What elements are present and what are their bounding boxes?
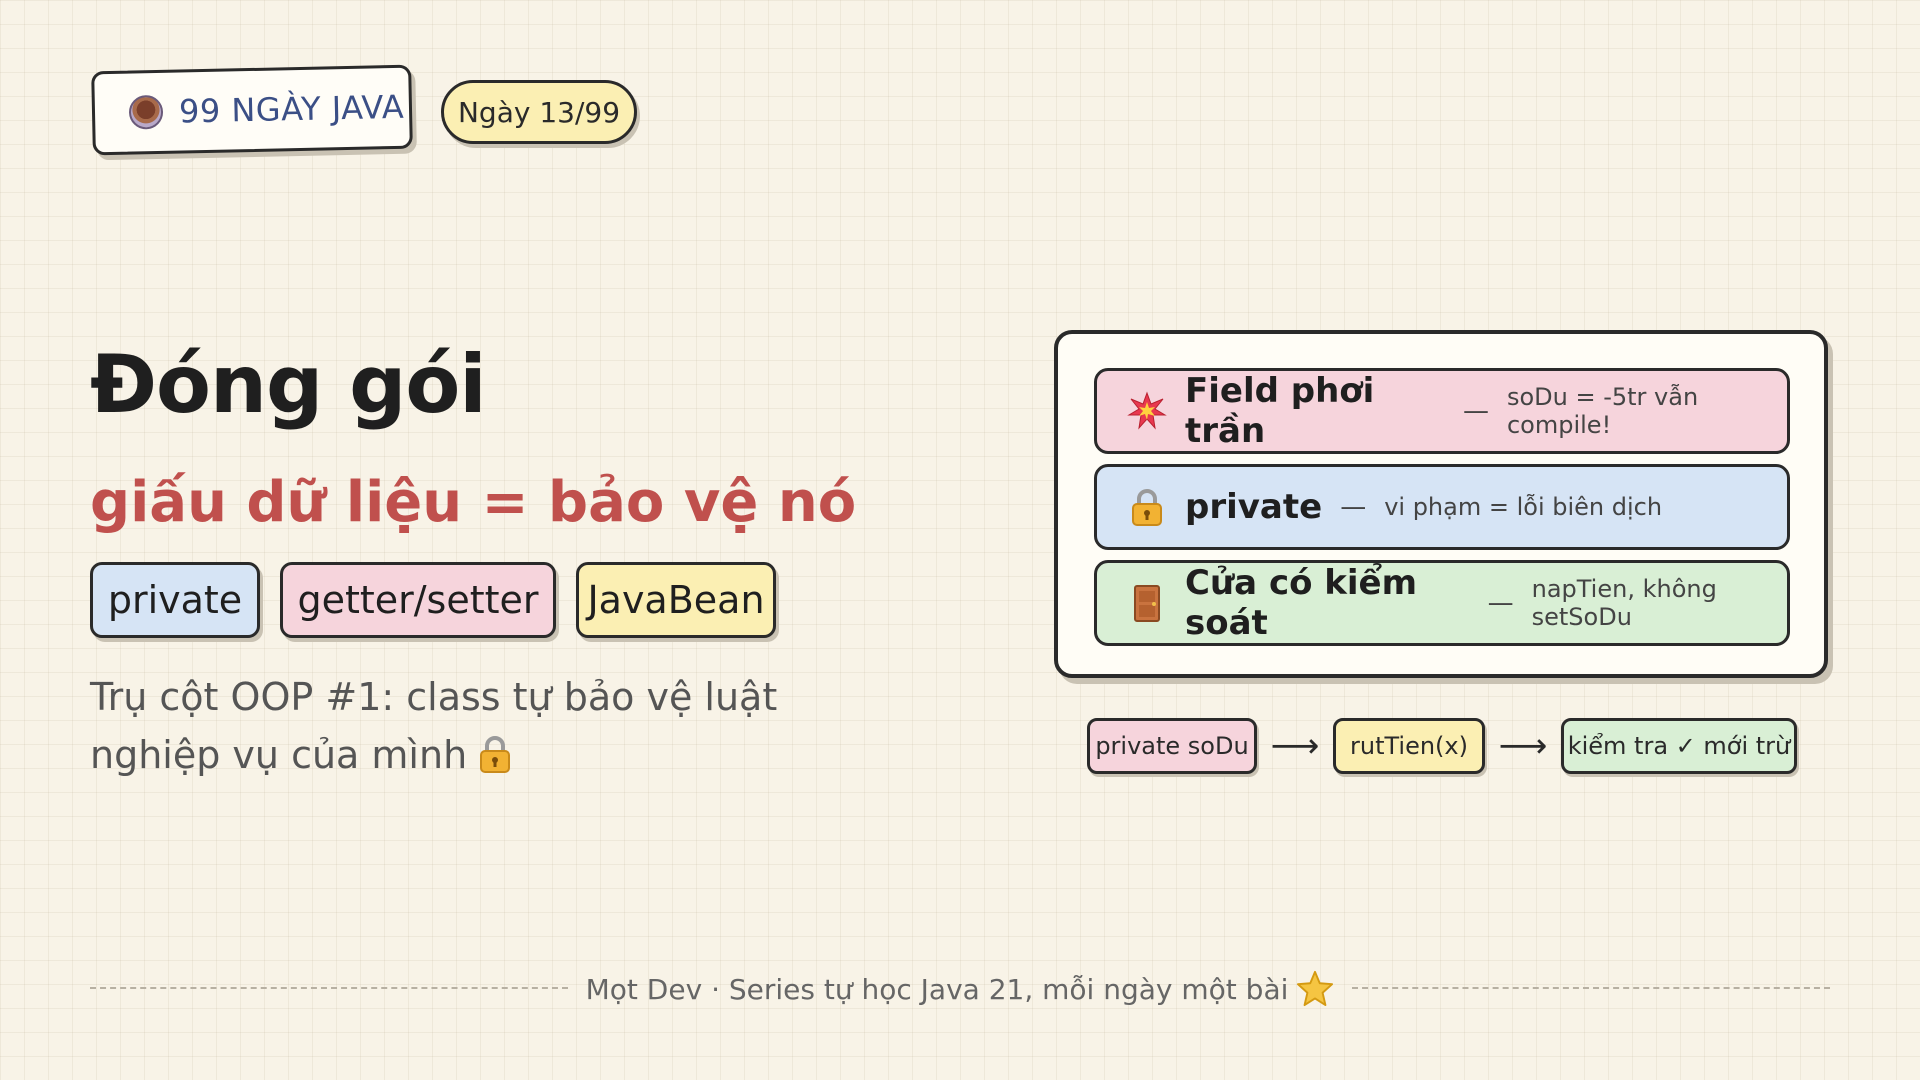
encapsulation-card: Field phơi trần — soDu = -5tr vẫn compil… — [1054, 330, 1828, 678]
page-subtitle: giấu dữ liệu = bảo vệ nó — [90, 470, 857, 535]
card-row-private: private — vi phạm = lỗi biên dịch — [1094, 464, 1790, 550]
footer: Mọt Dev · Series tự học Java 21, mỗi ngà… — [90, 968, 1831, 1008]
tag-list: private getter/setter JavaBean — [90, 562, 776, 638]
card-row-separator: — — [1487, 588, 1514, 618]
tag-private: private — [90, 562, 260, 638]
flow-arrow: ⟶ — [1270, 726, 1320, 766]
coffee-cup-icon — [128, 94, 164, 130]
card-row-separator: — — [1462, 396, 1489, 426]
card-row-note: soDu = -5tr vẫn compile! — [1506, 383, 1699, 439]
description: Trụ cột OOP #1: class tự bảo vệ luật ngh… — [90, 668, 910, 784]
card-row-controlled-door: Cửa có kiểm soát — napTien, không setSoD… — [1094, 560, 1790, 646]
flow-step-private-field: private soDu — [1087, 718, 1257, 774]
description-text: Trụ cột OOP #1: class tự bảo vệ luật ngh… — [90, 675, 778, 777]
card-row-note: napTien, không setSoDu — [1531, 575, 1717, 631]
flow-diagram: private soDu ⟶ rutTien(x) ⟶ kiểm tra ✓ m… — [1087, 718, 1797, 774]
card-row-title: private — [1185, 487, 1323, 527]
footer-text: Mọt Dev · Series tự học Java 21, mỗi ngà… — [586, 969, 1335, 1007]
card-row-title: Field phơi trần — [1185, 371, 1375, 451]
card-row-note: vi phạm = lỗi biên dịch — [1384, 493, 1663, 521]
day-badge: Ngày 13/99 — [441, 80, 637, 144]
card-row-title: Cửa có kiểm soát — [1185, 563, 1418, 643]
series-title: 99 NGÀY JAVA — [178, 87, 405, 131]
star-icon — [1297, 970, 1334, 1007]
footer-label: Mọt Dev · Series tự học Java 21, mỗi ngà… — [585, 973, 1289, 1006]
footer-divider-right — [1352, 987, 1831, 989]
tag-javabean: JavaBean — [576, 562, 776, 638]
flow-arrow: ⟶ — [1498, 726, 1548, 766]
door-icon — [1134, 585, 1160, 622]
page-title: Đóng gói — [90, 338, 487, 431]
tag-getter-setter: getter/setter — [280, 562, 556, 638]
series-badge: 99 NGÀY JAVA — [91, 64, 413, 156]
flow-step-check: kiểm tra ✓ mới trừ — [1561, 718, 1797, 774]
card-row-exposed-field: Field phơi trần — soDu = -5tr vẫn compil… — [1094, 368, 1790, 454]
card-row-separator: — — [1340, 492, 1367, 522]
lock-icon — [480, 736, 511, 773]
lock-icon — [1132, 489, 1162, 526]
flow-step-withdraw: rutTien(x) — [1333, 718, 1485, 774]
footer-divider-left — [90, 987, 568, 989]
explosion-icon — [1127, 391, 1167, 430]
